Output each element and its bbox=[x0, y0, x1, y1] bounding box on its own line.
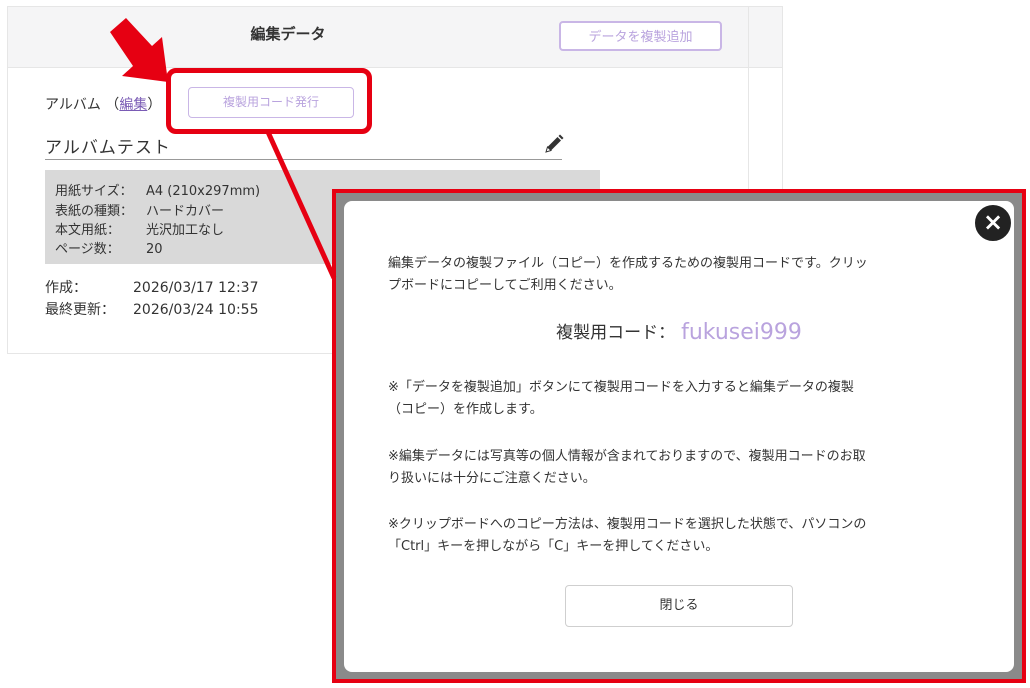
created-date: 作成： 2026/03/17 12:37 bbox=[45, 280, 259, 296]
album-label-suffix: ） bbox=[147, 97, 162, 113]
duplicate-code-value[interactable]: fukusei999 bbox=[681, 320, 802, 345]
album-label: アルバム （編集） bbox=[45, 94, 161, 114]
close-dialog-button[interactable]: 閉じる bbox=[565, 585, 793, 627]
spec-body-paper: 本文用紙： 光沢加工なし bbox=[55, 223, 225, 238]
duplicate-add-button[interactable]: データを複製追加 bbox=[559, 21, 722, 51]
dialog-note-3: ※クリップボードへのコピー方法は、複製用コードを選択した状態で、パソコンの 「C… bbox=[388, 517, 867, 554]
code-label: 複製用コード： bbox=[556, 323, 676, 343]
album-edit-link[interactable]: 編集 bbox=[119, 97, 147, 113]
highlight-box bbox=[166, 68, 372, 134]
dialog-note-1: ※「データを複製追加」ボタンにて複製用コードを入力すると編集データの複製 （コピ… bbox=[388, 380, 854, 417]
dialog-note-2: ※編集データには写真等の個人情報が含まれておりますので、複製用コードのお取 り扱… bbox=[388, 449, 866, 486]
page-title: 編集データ bbox=[250, 25, 326, 43]
dialog-intro: 編集データの複製ファイル（コピー）を作成するための複製用コードです。クリッ プボ… bbox=[388, 256, 868, 293]
album-label-prefix: アルバム （ bbox=[45, 97, 120, 113]
updated-date: 最終更新： 2026/03/24 10:55 bbox=[45, 302, 259, 318]
album-name: アルバムテスト bbox=[45, 138, 171, 158]
album-name-underline bbox=[45, 159, 562, 160]
close-icon[interactable]: × bbox=[973, 203, 1013, 243]
spec-paper-size: 用紙サイズ： A4 (210x297mm) bbox=[55, 184, 261, 199]
spec-page-count: ページ数： 20 bbox=[55, 242, 163, 257]
duplicate-code-row: 複製用コード： fukusei999 bbox=[344, 318, 1014, 345]
spec-cover-type: 表紙の種類： ハードカバー bbox=[55, 204, 225, 219]
pencil-icon[interactable] bbox=[543, 133, 565, 155]
panel-header: 編集データ データを複製追加 bbox=[8, 7, 782, 68]
